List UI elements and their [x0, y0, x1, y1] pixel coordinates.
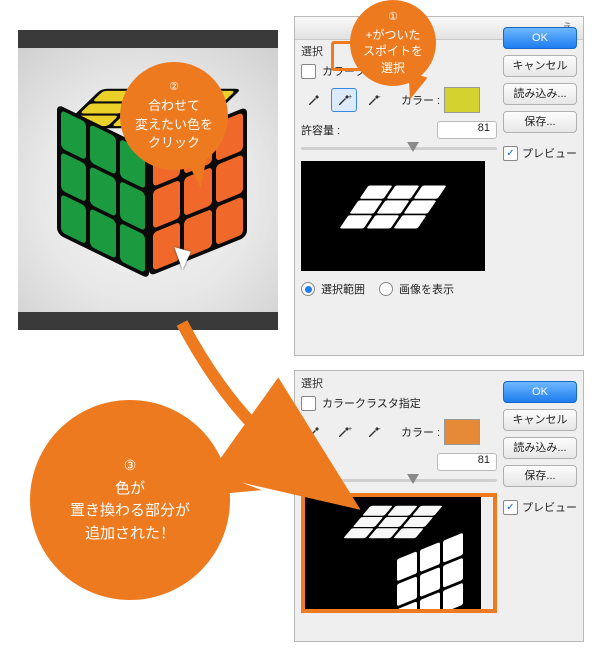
- color-swatch-after[interactable]: [444, 419, 480, 445]
- svg-text:+: +: [348, 426, 352, 433]
- radio-on-icon: [301, 282, 315, 296]
- selection-preview-before: [301, 161, 485, 271]
- eyedropper-icon[interactable]: [301, 88, 327, 112]
- eyedropper-minus-icon[interactable]: -: [361, 420, 387, 444]
- callout-step-3: ③ 色が 置き換わる部分が 追加された！: [30, 400, 230, 600]
- cancel-button[interactable]: キャンセル: [503, 409, 577, 431]
- replace-color-dialog-after: 選択 カラークラスタ指定 + - カラー :: [294, 370, 584, 642]
- mouse-cursor-icon: [178, 244, 200, 270]
- replace-color-dialog-before: え 選択 カラーク + -: [294, 16, 584, 356]
- eyedropper-minus-icon[interactable]: -: [361, 88, 387, 112]
- callout-number: ②: [169, 80, 179, 95]
- callout-tail-icon: [200, 468, 263, 504]
- cluster-checkbox[interactable]: [301, 64, 316, 79]
- svg-text:-: -: [378, 92, 381, 101]
- tolerance-input[interactable]: 81: [437, 121, 497, 139]
- radio-show-image[interactable]: 画像を表示: [379, 281, 454, 297]
- tutorial-stage: え 選択 カラーク + -: [0, 0, 600, 650]
- selection-group-label: 選択: [301, 375, 497, 391]
- radio-selection-range[interactable]: 選択範囲: [301, 281, 365, 297]
- selection-preview-highlight: [301, 493, 497, 613]
- callout-step-2: ② 合わせて 変えたい色を クリック: [120, 62, 228, 170]
- checkbox-checked-icon: ✓: [503, 500, 518, 515]
- preview-checkbox[interactable]: ✓ プレビュー: [503, 145, 577, 161]
- tolerance-slider[interactable]: [301, 473, 497, 487]
- selection-preview-after: [305, 497, 481, 609]
- cancel-button[interactable]: キャンセル: [503, 55, 577, 77]
- save-button[interactable]: 保存...: [503, 465, 577, 487]
- cluster-checkbox[interactable]: [301, 396, 316, 411]
- tolerance-input[interactable]: 81: [437, 453, 497, 471]
- tolerance-label-partial: :: [301, 456, 304, 468]
- color-swatch-before[interactable]: [444, 87, 480, 113]
- load-button[interactable]: 読み込み...: [503, 437, 577, 459]
- ok-button[interactable]: OK: [503, 27, 577, 49]
- ok-button[interactable]: OK: [503, 381, 577, 403]
- color-label: カラー :: [401, 424, 440, 440]
- callout-number: ①: [388, 10, 398, 25]
- checkbox-checked-icon: ✓: [503, 146, 518, 161]
- callout-step-1: ① +がついた スポイトを 選択: [350, 0, 436, 86]
- cluster-checkbox-label: カラークラスタ指定: [322, 395, 421, 411]
- preview-checkbox[interactable]: ✓ プレビュー: [503, 499, 577, 515]
- radio-off-icon: [379, 282, 393, 296]
- tolerance-label: 許容量 :: [301, 122, 340, 138]
- load-button[interactable]: 読み込み...: [503, 83, 577, 105]
- save-button[interactable]: 保存...: [503, 111, 577, 133]
- callout-number: ③: [124, 455, 137, 476]
- svg-text:-: -: [378, 424, 381, 433]
- tolerance-slider[interactable]: [301, 141, 497, 155]
- eyedropper-plus-icon[interactable]: +: [331, 420, 357, 444]
- svg-text:+: +: [348, 94, 352, 101]
- eyedropper-icon[interactable]: [301, 420, 327, 444]
- eyedropper-plus-icon[interactable]: +: [331, 88, 357, 112]
